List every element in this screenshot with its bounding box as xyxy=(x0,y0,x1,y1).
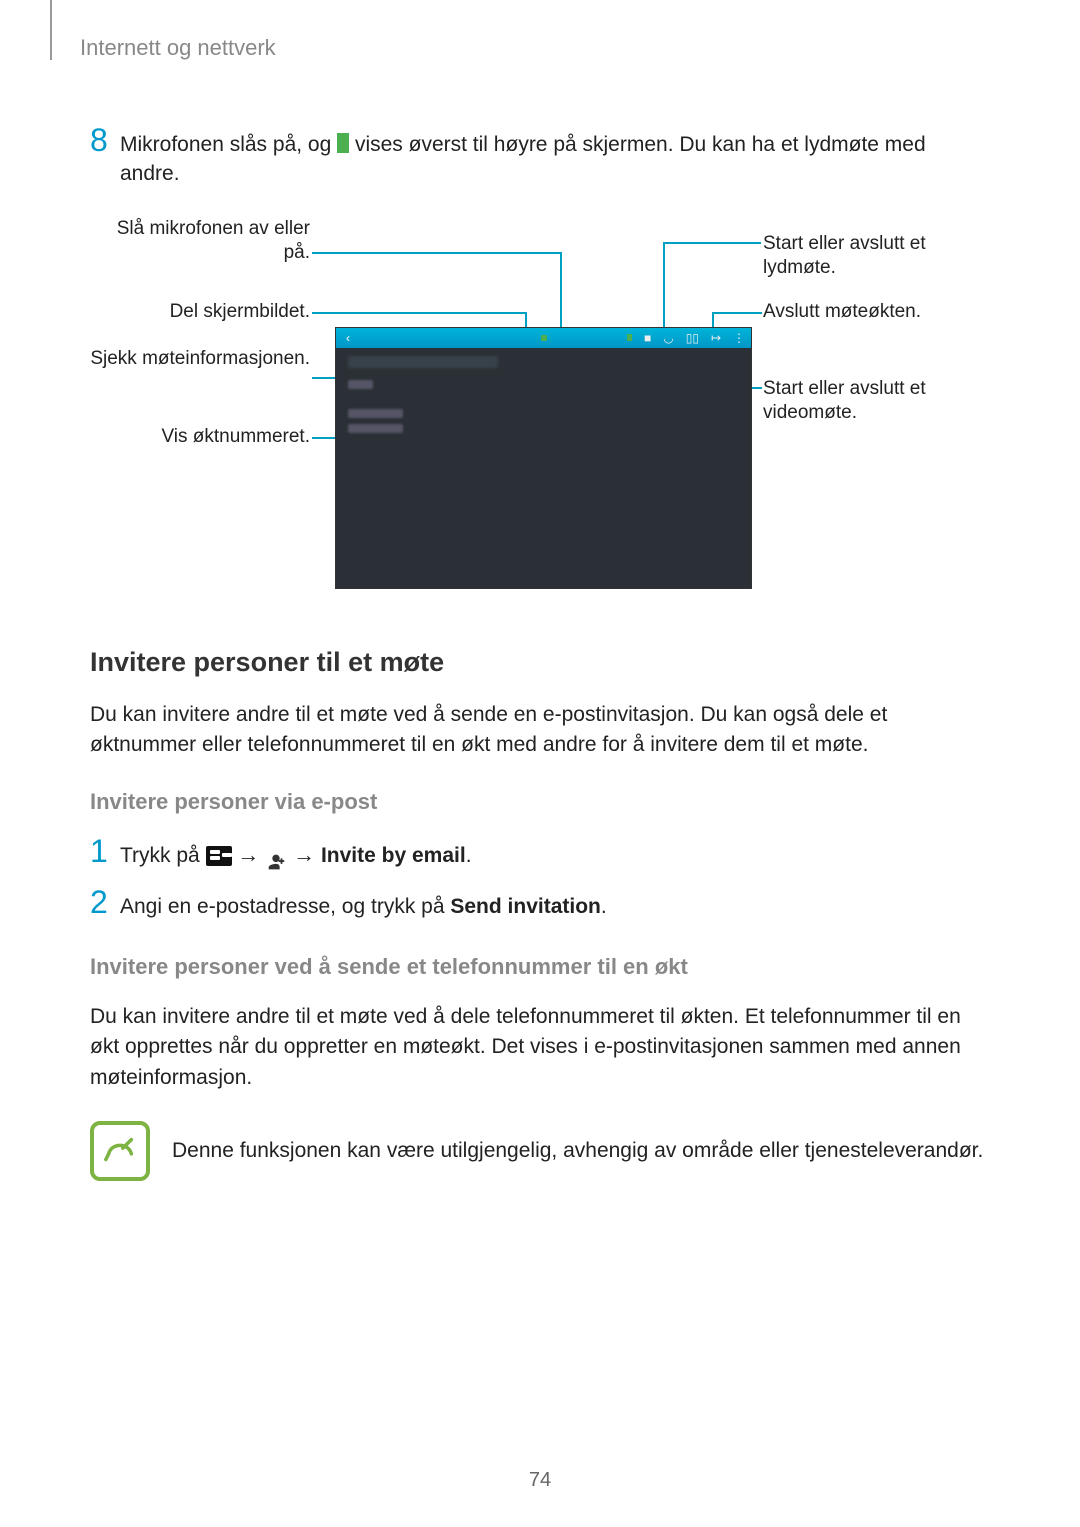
meeting-app-screenshot: ‹ ■ ◡ ▯▯ ↦ ⋮ xyxy=(335,327,752,589)
session-number-placeholder xyxy=(348,409,403,418)
step-1: 1 Trykk på → → Invite by email. xyxy=(90,837,990,871)
step-8: 8 Mikrofonen slås på, og vises øverst ti… xyxy=(90,126,990,189)
paragraph-invite-phone: Du kan invitere andre til et møte ved å … xyxy=(90,1002,990,1093)
subheading-invite-email: Invitere personer via e-post xyxy=(90,789,990,815)
note-icon xyxy=(90,1121,150,1181)
panel-icon xyxy=(206,846,232,866)
mic-status-icon xyxy=(627,334,632,341)
meeting-detail-placeholder xyxy=(348,380,373,389)
step-number: 1 xyxy=(90,837,120,866)
page-number: 74 xyxy=(0,1469,1080,1492)
callout-end-session: Avslutt møteøkten. xyxy=(763,300,983,325)
step-number: 8 xyxy=(90,126,120,155)
step-text: Angi en e-postadresse, og trykk på Send … xyxy=(120,892,607,921)
exit-icon: ↦ xyxy=(711,331,721,345)
callout-meeting-info: Sjekk møteinformasjonen. xyxy=(90,347,310,372)
callout-audio-meeting: Start eller avslutt et lydmøte. xyxy=(763,232,983,281)
video-icon: ■ xyxy=(644,331,651,345)
overflow-icon: ⋮ xyxy=(733,331,745,345)
step-2: 2 Angi en e-postadresse, og trykk på Sen… xyxy=(90,888,990,921)
side-margin-line xyxy=(50,0,52,60)
app-toolbar: ‹ ■ ◡ ▯▯ ↦ ⋮ xyxy=(336,328,751,348)
step-number: 2 xyxy=(90,888,120,917)
step-text: Trykk på → → Invite by email. xyxy=(120,840,472,871)
subheading-invite-phone: Invitere personer ved å sende et telefon… xyxy=(90,954,990,980)
callout-video-meeting: Start eller avslutt et videomøte. xyxy=(763,377,983,426)
callout-share-screen: Del skjermbildet. xyxy=(90,300,310,325)
audio-icon: ◡ xyxy=(663,331,673,345)
section-header: Internett og nettverk xyxy=(80,35,990,61)
callout-session-number: Vis øktnummeret. xyxy=(90,425,310,450)
meeting-screenshot-diagram: Slå mikrofonen av eller på. Del skjermbi… xyxy=(90,207,990,597)
add-person-icon xyxy=(265,846,287,866)
heading-invite-people: Invitere personer til et møte xyxy=(90,647,990,678)
mic-active-icon xyxy=(337,133,349,153)
center-indicator-icon xyxy=(541,335,547,341)
availability-note: Denne funksjonen kan være utilgjengelig,… xyxy=(90,1121,990,1181)
back-icon: ‹ xyxy=(346,331,350,345)
more-icon: ▯▯ xyxy=(686,331,699,345)
note-text: Denne funksjonen kan være utilgjengelig,… xyxy=(172,1136,983,1165)
paragraph-invite-intro: Du kan invitere andre til et møte ved å … xyxy=(90,700,990,761)
step-text: Mikrofonen slås på, og vises øverst til … xyxy=(120,130,990,189)
session-number-placeholder xyxy=(348,424,403,433)
meeting-title-placeholder xyxy=(348,356,498,368)
callout-mic-toggle: Slå mikrofonen av eller på. xyxy=(90,217,310,266)
